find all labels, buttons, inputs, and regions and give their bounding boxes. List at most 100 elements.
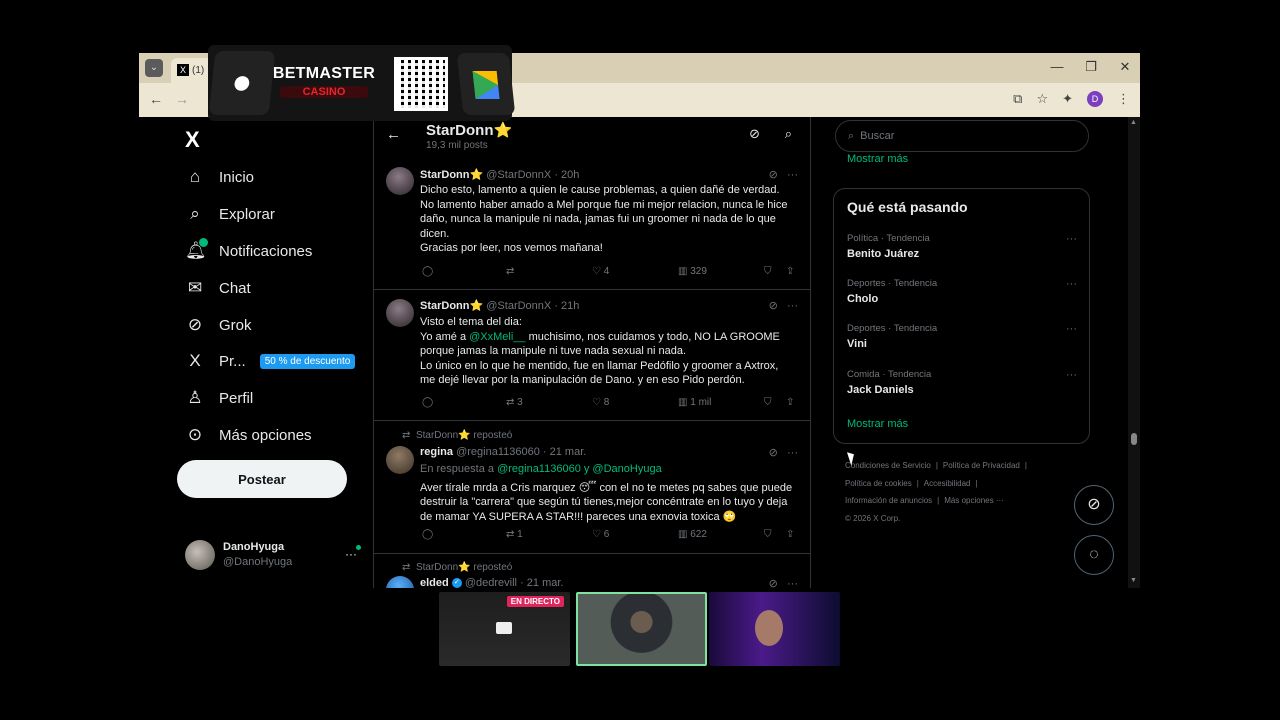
accessibility-link[interactable]: Accesibilidad: [924, 479, 971, 488]
profile-avatar[interactable]: D: [1087, 91, 1103, 107]
author-handle[interactable]: @dedrevill: [465, 577, 517, 588]
search-icon[interactable]: ⌕: [785, 126, 792, 142]
more-icon[interactable]: ···: [787, 578, 798, 588]
repost-icon[interactable]: ⇄: [506, 266, 514, 277]
post[interactable]: StarDonn⭐ @StarDonnX · 21h ⊘ ··· Visto e…: [374, 291, 810, 421]
views-button[interactable]: ▥ 622: [678, 529, 707, 540]
grok-icon[interactable]: ⊘: [769, 300, 778, 312]
show-more-link[interactable]: Mostrar más: [847, 418, 908, 430]
terms-link[interactable]: Condiciones de Servicio: [845, 461, 931, 470]
close-window-button[interactable]: ✕: [1118, 59, 1132, 75]
scroll-thumb[interactable]: [1131, 433, 1137, 445]
grok-icon[interactable]: ⊘: [769, 447, 778, 459]
author-name[interactable]: StarDonn⭐: [420, 300, 483, 312]
more-icon[interactable]: ···: [787, 300, 798, 312]
post-time[interactable]: · 21 mar.: [520, 577, 563, 588]
nav-chat[interactable]: ✉ Chat: [185, 273, 251, 303]
minimize-button[interactable]: —: [1050, 59, 1064, 75]
like-button[interactable]: ♡ 8: [592, 397, 609, 408]
scroll-down-icon[interactable]: ▼: [1130, 577, 1137, 584]
extensions-icon[interactable]: ✦: [1062, 91, 1073, 107]
share-icon[interactable]: ⇪: [786, 529, 794, 540]
author-name[interactable]: regina: [420, 446, 453, 458]
more-options-link[interactable]: Más opciones ···: [944, 496, 1004, 505]
more-icon[interactable]: ···: [1066, 323, 1077, 335]
scroll-up-icon[interactable]: ▲: [1130, 119, 1137, 126]
browser-menu-icon[interactable]: ⋮: [1117, 91, 1130, 107]
post-time[interactable]: · 21 mar.: [543, 446, 586, 458]
nav-home[interactable]: ⌂ Inicio: [185, 162, 254, 192]
bookmark-icon[interactable]: ⛉: [764, 529, 772, 540]
bookmark-star-icon[interactable]: ☆: [1036, 91, 1048, 107]
show-more-link[interactable]: Mostrar más: [847, 153, 908, 165]
more-icon[interactable]: ···: [787, 447, 798, 459]
bookmark-icon[interactable]: ⛉: [764, 266, 772, 277]
scrollbar[interactable]: ▲ ▼: [1128, 117, 1140, 588]
post[interactable]: ⇄ StarDonn⭐ reposteó elded ✓ @dedrevill …: [374, 555, 810, 588]
messages-float-button[interactable]: ◌: [1074, 535, 1114, 575]
bookmark-icon[interactable]: ⛉: [764, 397, 772, 408]
author-handle[interactable]: @StarDonnX: [486, 300, 551, 312]
views-button[interactable]: ▥ 329: [678, 266, 707, 277]
trend-item[interactable]: Comida · Tendencia Jack Daniels ···: [847, 369, 1077, 396]
privacy-link[interactable]: Política de Privacidad: [943, 461, 1020, 470]
views-button[interactable]: ▥ 1 mil: [678, 397, 711, 408]
more-icon[interactable]: ···: [1066, 369, 1077, 381]
more-icon[interactable]: ···: [345, 547, 357, 561]
avatar[interactable]: [386, 446, 414, 474]
post-time[interactable]: · 21h: [554, 300, 579, 312]
nav-label: Perfil: [219, 389, 254, 407]
post-button[interactable]: Postear: [177, 460, 347, 498]
grok-icon[interactable]: ⊘: [769, 578, 778, 588]
account-switcher[interactable]: DanoHyuga @DanoHyuga ···: [185, 539, 365, 573]
nav-profile[interactable]: ♙ Perfil: [185, 383, 253, 413]
author-handle[interactable]: @regina1136060: [456, 446, 540, 458]
reply-mentions[interactable]: @regina1136060 y @DanoHyuga: [497, 463, 662, 475]
back-arrow-icon[interactable]: ←: [386, 126, 401, 143]
forward-button[interactable]: →: [175, 91, 189, 107]
nav-premium[interactable]: X Pr... 50 % de descuento: [185, 346, 356, 376]
ad-banner[interactable]: ● BETMASTER CASINO: [208, 45, 516, 121]
post-time[interactable]: · 20h: [554, 169, 579, 181]
repost-button[interactable]: ⇄ 3: [506, 397, 523, 408]
nav-more-options[interactable]: ⊙ Más opciones: [185, 420, 312, 450]
author-handle[interactable]: @StarDonnX: [486, 169, 551, 181]
nav-grok[interactable]: ⊘ Grok: [185, 310, 252, 340]
repost-button[interactable]: ⇄ 1: [506, 529, 523, 540]
ads-info-link[interactable]: Información de anuncios: [845, 496, 932, 505]
left-sidebar: X ⌂ Inicio ⌕ Explorar 🔔︎ Notificaciones …: [177, 117, 377, 588]
more-icon[interactable]: ···: [1066, 278, 1077, 290]
back-button[interactable]: ←: [149, 91, 163, 107]
reply-icon[interactable]: ◯: [422, 266, 433, 277]
share-icon[interactable]: ⇪: [786, 397, 794, 408]
like-button[interactable]: ♡ 6: [592, 529, 609, 540]
trend-item[interactable]: Deportes · Tendencia Vini ···: [847, 323, 1077, 350]
mention-link[interactable]: @XxMeli__: [469, 331, 525, 343]
nav-notifications[interactable]: 🔔︎ Notificaciones: [185, 236, 312, 266]
trend-item[interactable]: Deportes · Tendencia Cholo ···: [847, 278, 1077, 305]
reply-icon[interactable]: ◯: [422, 397, 433, 408]
post[interactable]: StarDonn⭐ @StarDonnX · 20h ⊘ ··· Dicho e…: [374, 159, 810, 290]
restore-button[interactable]: ❐: [1084, 59, 1098, 75]
cookies-link[interactable]: Política de cookies: [845, 479, 912, 488]
like-button[interactable]: ♡ 4: [592, 266, 609, 277]
grok-float-button[interactable]: ⊘: [1074, 485, 1114, 525]
author-name[interactable]: elded: [420, 577, 449, 588]
more-icon[interactable]: ···: [1066, 233, 1077, 245]
tab-search-button[interactable]: ⌄: [145, 59, 163, 77]
grok-icon[interactable]: ⊘: [749, 126, 760, 142]
reply-icon[interactable]: ◯: [422, 529, 433, 540]
author-name[interactable]: StarDonn⭐: [420, 169, 483, 181]
avatar[interactable]: [386, 299, 414, 327]
post[interactable]: ⇄ StarDonn⭐ reposteó regina @regina11360…: [374, 422, 810, 554]
more-icon[interactable]: ···: [787, 169, 798, 181]
search-input[interactable]: ⌕ Buscar: [835, 120, 1089, 152]
avatar[interactable]: [386, 576, 414, 588]
trend-item[interactable]: Política · Tendencia Benito Juárez ···: [847, 233, 1077, 260]
avatar[interactable]: [386, 167, 414, 195]
nav-explore[interactable]: ⌕ Explorar: [185, 199, 275, 229]
share-icon[interactable]: ⇪: [786, 266, 794, 277]
x-logo[interactable]: X: [185, 127, 200, 153]
install-app-icon[interactable]: ⧉: [1013, 91, 1022, 107]
grok-icon[interactable]: ⊘: [769, 169, 778, 181]
